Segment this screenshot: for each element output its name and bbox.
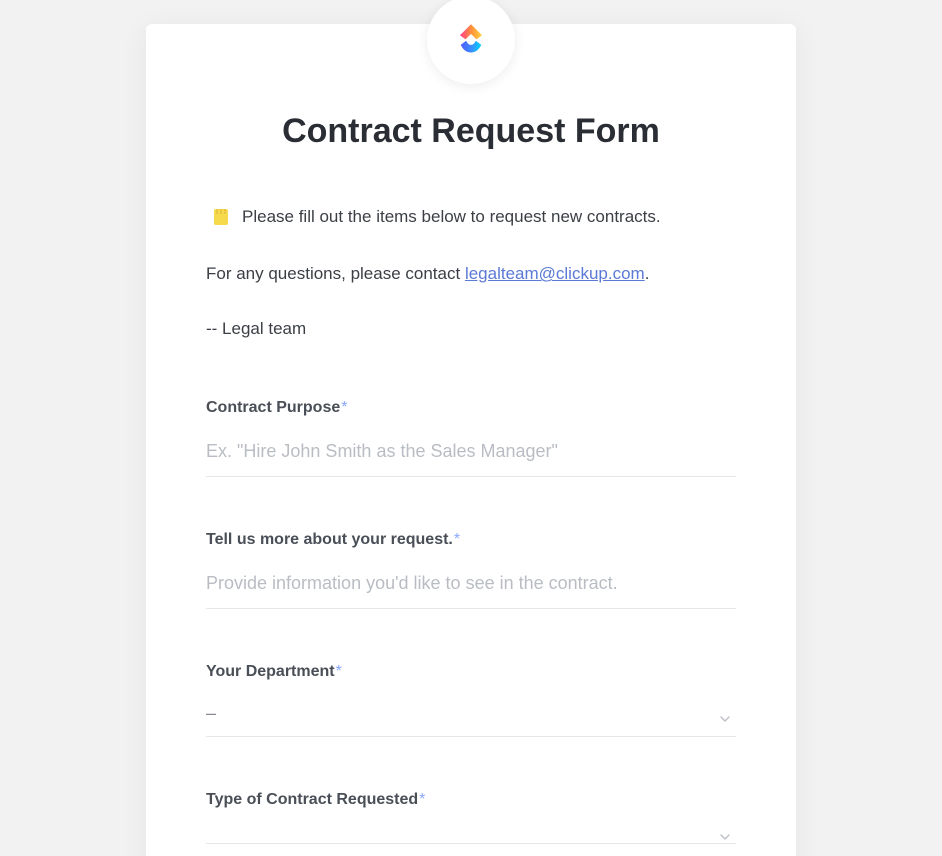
chevron-down-icon: [720, 711, 730, 721]
form-card: Contract Request Form Please fill out th…: [146, 24, 796, 856]
select-department[interactable]: –: [206, 697, 736, 737]
required-star: *: [454, 531, 460, 548]
label-contract-purpose-text: Contract Purpose: [206, 399, 340, 416]
label-request-details-text: Tell us more about your request.: [206, 531, 453, 548]
label-request-details: Tell us more about your request.*: [206, 531, 736, 549]
label-contract-purpose: Contract Purpose*: [206, 399, 736, 417]
field-contract-purpose: Contract Purpose*: [206, 399, 736, 477]
label-contract-type: Type of Contract Requested*: [206, 791, 736, 809]
intro-signature: -- Legal team: [206, 315, 736, 342]
select-department-value: –: [206, 703, 216, 723]
field-department: Your Department* –: [206, 663, 736, 737]
intro-line-1: Please fill out the items below to reque…: [242, 203, 661, 230]
field-contract-type: Type of Contract Requested*: [206, 791, 736, 844]
select-contract-type[interactable]: [206, 825, 736, 844]
intro-line-2-suffix: .: [645, 264, 650, 283]
label-department-text: Your Department: [206, 663, 335, 680]
required-star: *: [419, 791, 425, 808]
label-contract-type-text: Type of Contract Requested: [206, 791, 418, 808]
logo-badge: [427, 0, 515, 84]
input-request-details[interactable]: [206, 565, 736, 609]
note-icon: [212, 208, 230, 226]
intro-line-2-prefix: For any questions, please contact: [206, 264, 465, 283]
form-title: Contract Request Form: [206, 112, 736, 151]
field-request-details: Tell us more about your request.*: [206, 531, 736, 609]
input-contract-purpose[interactable]: [206, 433, 736, 477]
contact-email-link[interactable]: legalteam@clickup.com: [465, 264, 645, 283]
clickup-logo-icon: [449, 16, 493, 65]
required-star: *: [336, 663, 342, 680]
form-intro: Please fill out the items below to reque…: [206, 203, 736, 343]
required-star: *: [341, 399, 347, 416]
chevron-down-icon: [720, 829, 730, 839]
label-department: Your Department*: [206, 663, 736, 681]
